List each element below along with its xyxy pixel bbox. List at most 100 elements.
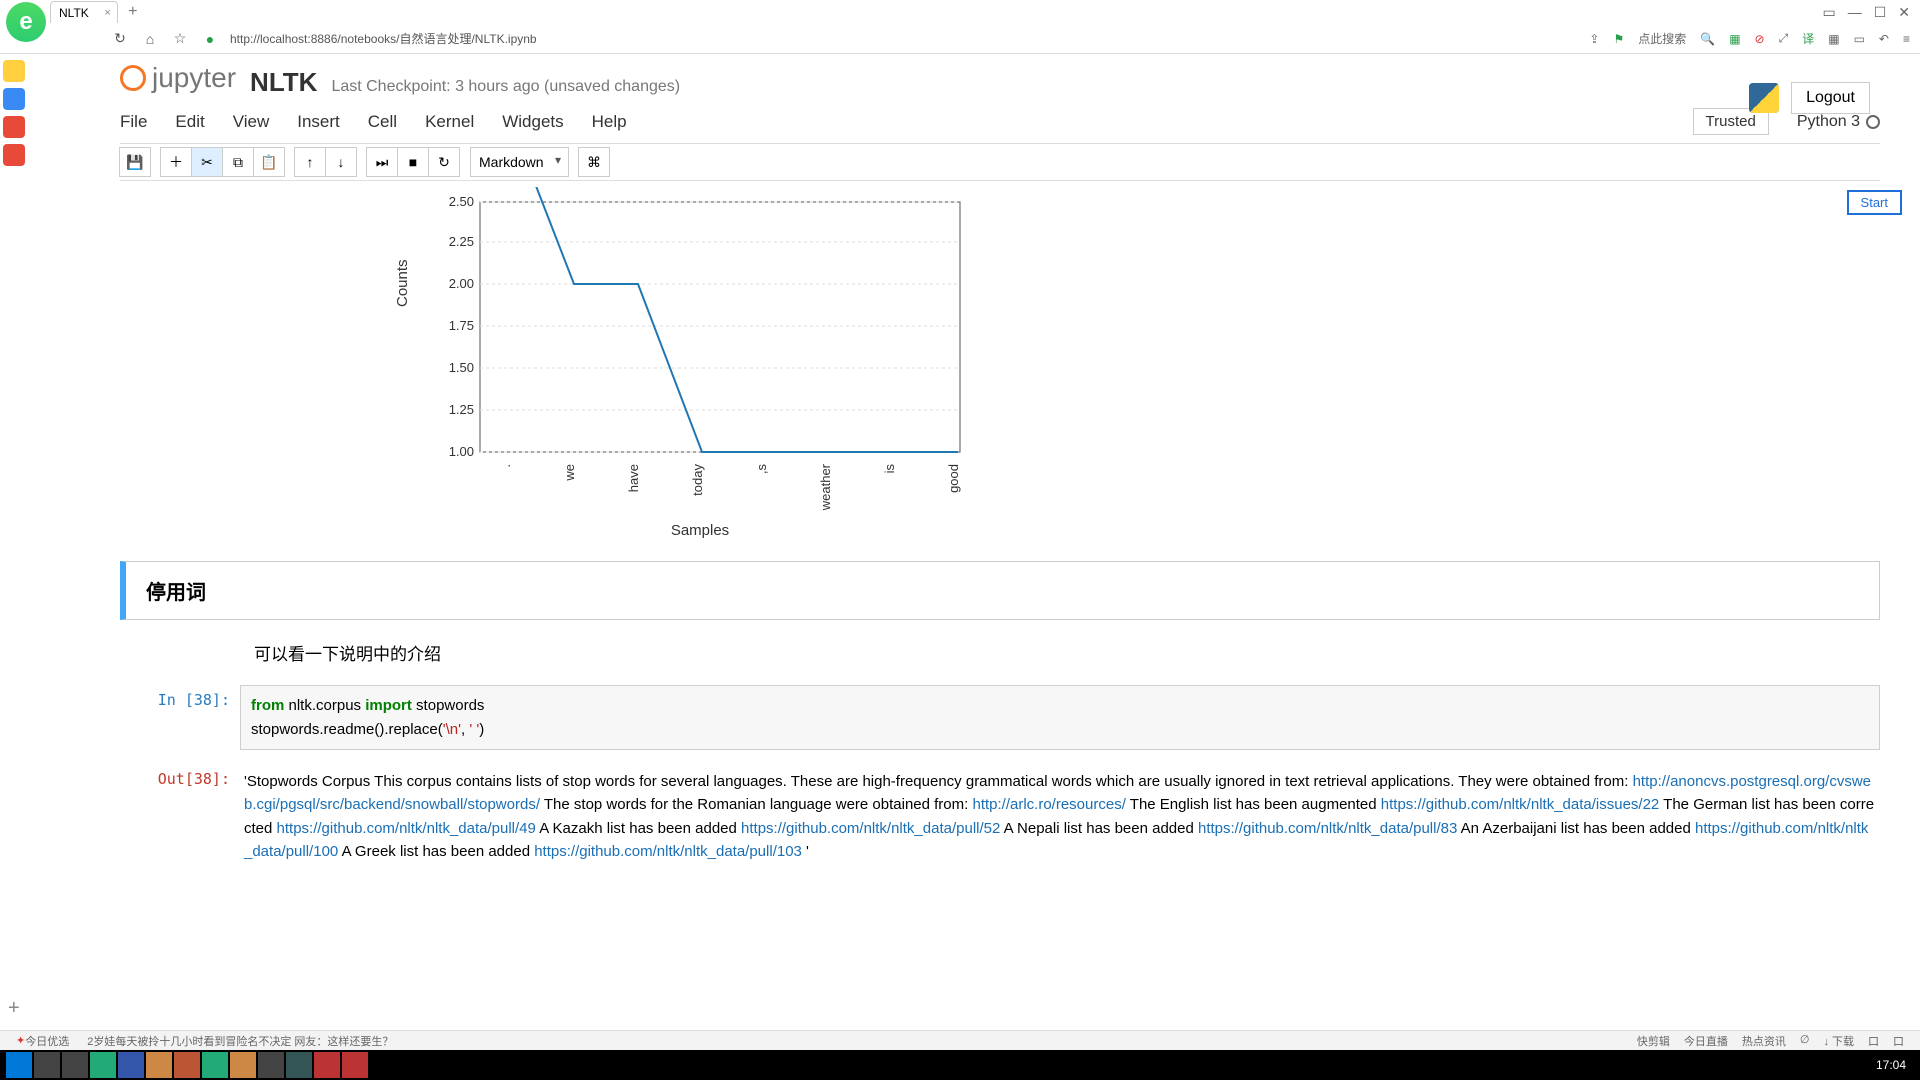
menu-icon[interactable]: ≡ (1903, 32, 1910, 46)
task-icon[interactable] (90, 1052, 116, 1078)
notebook-name[interactable]: NLTK (250, 67, 317, 98)
task-icon[interactable] (258, 1052, 284, 1078)
out-prompt: Out[38]: (120, 764, 240, 869)
apps-icon[interactable]: ▦ (1828, 32, 1839, 46)
jupyter-logo[interactable]: jupyter (120, 62, 236, 94)
celltype-select[interactable]: Markdown (470, 147, 569, 177)
share-icon[interactable]: ⇪ (1589, 32, 1599, 46)
menubar: File Edit View Insert Cell Kernel Widget… (120, 102, 1880, 143)
task-icon[interactable] (174, 1052, 200, 1078)
task-icon[interactable] (230, 1052, 256, 1078)
menu-help[interactable]: Help (592, 112, 627, 132)
code-cell[interactable]: In [38]: from nltk.corpus import stopwor… (120, 685, 1880, 750)
menu-file[interactable]: File (120, 112, 147, 132)
svg-text:1.50: 1.50 (449, 360, 474, 375)
task-icon[interactable] (146, 1052, 172, 1078)
browser-status-strip: ✦ 今日优选 2岁娃每天被拎十几小时看到冒险名不决定 网友：这样还要生？ 快剪辑… (0, 1030, 1920, 1050)
window-max-icon[interactable]: ☐ (1874, 4, 1887, 21)
menu-edit[interactable]: Edit (175, 112, 204, 132)
star-icon[interactable]: ☆ (170, 29, 190, 49)
paste-button[interactable]: 📋 (253, 147, 285, 177)
lock-icon: ● (200, 29, 220, 49)
python-icon (1749, 83, 1779, 113)
task-icon[interactable] (118, 1052, 144, 1078)
logout-button[interactable]: Logout (1791, 82, 1870, 114)
cut-button[interactable]: ✂ (191, 147, 223, 177)
translate-icon[interactable]: 译 (1802, 30, 1814, 47)
svg-text:.: . (498, 464, 513, 468)
tab-title: NLTK (59, 6, 89, 20)
restart-button[interactable]: ↻ (428, 147, 460, 177)
markdown-heading-cell[interactable]: 停用词 (120, 561, 1880, 620)
svg-text:1.00: 1.00 (449, 444, 474, 459)
task-icon[interactable] (342, 1052, 368, 1078)
svg-text:good: good (946, 464, 961, 493)
window-close-icon[interactable]: ✕ (1898, 4, 1910, 21)
home-icon[interactable]: ⌂ (140, 29, 160, 49)
menu-view[interactable]: View (233, 112, 270, 132)
stop-button[interactable]: ■ (397, 147, 429, 177)
device-icon[interactable]: ▭ (1854, 32, 1865, 46)
side-dock (0, 60, 28, 166)
task-icon[interactable] (286, 1052, 312, 1078)
menu-insert[interactable]: Insert (297, 112, 340, 132)
address-bar[interactable]: http://localhost:8886/notebooks/自然语言处理/N… (230, 30, 790, 47)
insert-cell-button[interactable]: ＋ (160, 147, 192, 177)
undo-icon[interactable]: ↶ (1879, 32, 1889, 46)
svg-text:2.25: 2.25 (449, 234, 474, 249)
ylabel: Counts (394, 259, 411, 307)
copy-button[interactable]: ⧉ (222, 147, 254, 177)
kernel-status-icon (1866, 115, 1880, 129)
task-icon[interactable] (62, 1052, 88, 1078)
search-placeholder[interactable]: 点此搜索 (1638, 30, 1686, 47)
jupyter-header: jupyter NLTK Last Checkpoint: 3 hours ag… (120, 54, 1880, 102)
save-button[interactable]: 💾 (119, 147, 151, 177)
plot-output-cell: Counts 1.00 (120, 187, 1880, 547)
code-input[interactable]: from nltk.corpus import stopwords stopwo… (240, 685, 1880, 750)
menu-widgets[interactable]: Widgets (502, 112, 563, 132)
flag-icon[interactable]: ⚑ (1613, 32, 1624, 46)
close-icon[interactable]: × (104, 7, 110, 19)
add-panel-icon[interactable]: + (8, 997, 20, 1020)
new-tab-button[interactable]: + (124, 3, 142, 21)
browser-logo: e (6, 2, 46, 42)
move-down-button[interactable]: ↓ (325, 147, 357, 177)
task-icon[interactable] (202, 1052, 228, 1078)
svg-text:2.50: 2.50 (449, 194, 474, 209)
command-palette-button[interactable]: ⌘ (578, 147, 610, 177)
browser-tab[interactable]: NLTK × (50, 1, 118, 23)
notebook-area: Counts 1.00 (120, 181, 1880, 869)
taskbar: 17:04 (0, 1050, 1920, 1080)
output-cell: Out[38]: 'Stopwords Corpus This corpus c… (120, 764, 1880, 869)
run-button[interactable]: ⏭ (366, 147, 398, 177)
svg-text:2.00: 2.00 (449, 276, 474, 291)
xlabel: Samples (420, 522, 980, 539)
svg-text:have: have (626, 464, 641, 492)
checkpoint-text: Last Checkpoint: 3 hours ago (unsaved ch… (331, 78, 680, 96)
in-prompt: In [38]: (120, 685, 240, 750)
window-min-icon[interactable]: — (1848, 4, 1862, 21)
window-min-icon[interactable]: ▭ (1822, 4, 1835, 21)
heading-text: 停用词 (146, 576, 1859, 605)
menu-cell[interactable]: Cell (368, 112, 397, 132)
jupyter-logo-icon (120, 65, 146, 91)
output-text: 'Stopwords Corpus This corpus contains l… (240, 764, 1880, 869)
ext-icon[interactable]: ▦ (1729, 32, 1740, 46)
svg-text:1.25: 1.25 (449, 402, 474, 417)
note-text: 可以看一下说明中的介绍 (254, 645, 441, 664)
start-menu-icon[interactable] (6, 1052, 32, 1078)
task-icon[interactable] (314, 1052, 340, 1078)
svg-text:weather: weather (818, 463, 833, 511)
block-icon[interactable]: ⊘ (1755, 32, 1765, 46)
menu-kernel[interactable]: Kernel (425, 112, 474, 132)
zoom-icon[interactable]: ⤢ (1779, 31, 1789, 46)
clock[interactable]: 17:04 (1876, 1058, 1914, 1072)
kernel-indicator[interactable]: Python 3 (1797, 113, 1880, 131)
markdown-note-cell[interactable]: 可以看一下说明中的介绍 (120, 634, 1880, 671)
task-icon[interactable] (34, 1052, 60, 1078)
search-icon[interactable]: 🔍 (1700, 32, 1715, 46)
line-chart: 1.00 1.25 1.50 1.75 2.00 2.25 2.50 . we (420, 187, 980, 517)
move-up-button[interactable]: ↑ (294, 147, 326, 177)
reload-icon[interactable]: ↻ (110, 29, 130, 49)
svg-text:we: we (562, 464, 577, 482)
